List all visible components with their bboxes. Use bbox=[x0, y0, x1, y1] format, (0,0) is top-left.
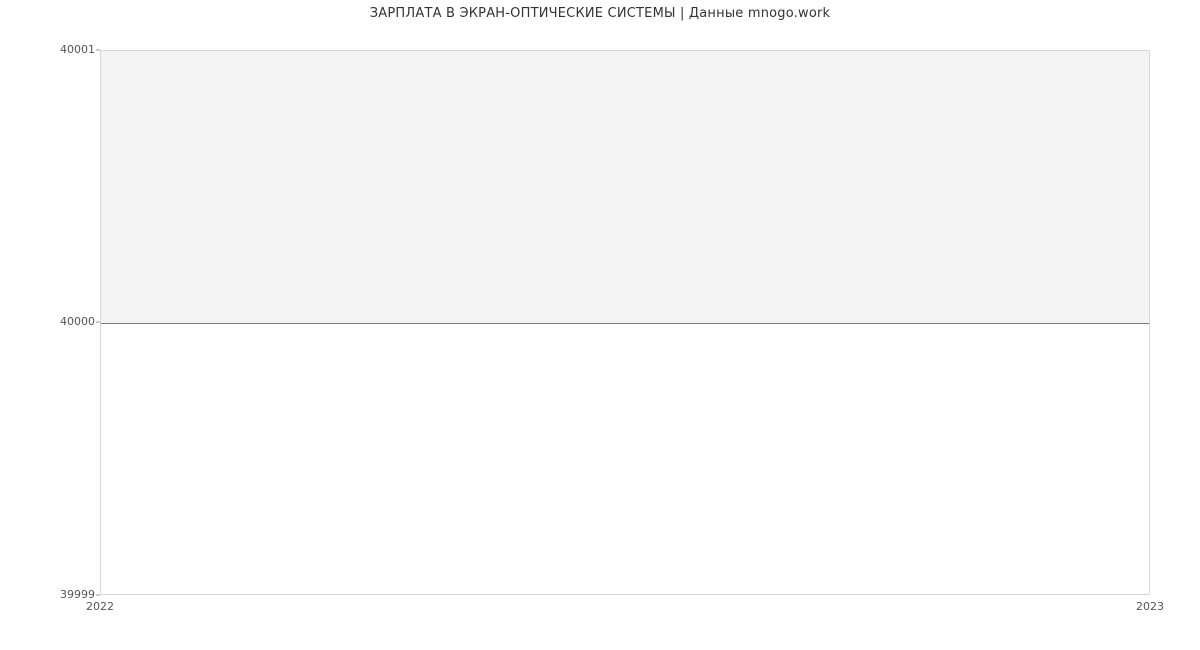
y-tick-label: 40000 bbox=[5, 316, 95, 328]
y-tick-label: 39999 bbox=[5, 589, 95, 601]
y-tick-label: 40001 bbox=[5, 44, 95, 56]
area-fill bbox=[101, 51, 1149, 323]
chart-title: ЗАРПЛАТА В ЭКРАН-ОПТИЧЕСКИЕ СИСТЕМЫ | Да… bbox=[0, 6, 1200, 21]
series-line bbox=[101, 323, 1149, 324]
x-tick-label: 2022 bbox=[86, 600, 114, 613]
x-tick-label: 2023 bbox=[1136, 600, 1164, 613]
plot-area bbox=[100, 50, 1150, 595]
salary-chart: ЗАРПЛАТА В ЭКРАН-ОПТИЧЕСКИЕ СИСТЕМЫ | Да… bbox=[0, 0, 1200, 650]
